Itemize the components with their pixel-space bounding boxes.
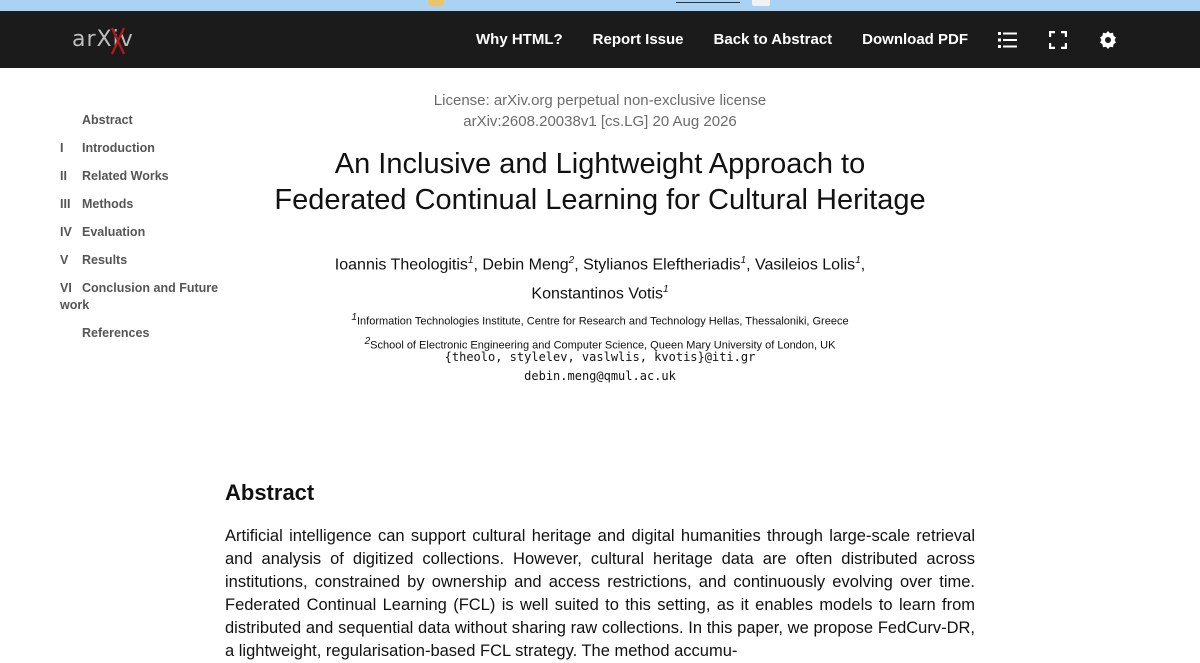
toc-label: Evaluation — [82, 225, 146, 239]
author-list: Ioannis Theologitis1, Debin Meng2, Styli… — [334, 255, 866, 303]
toc-number: II — [60, 169, 67, 183]
back-to-abstract-link[interactable]: Back to Abstract — [714, 31, 833, 48]
license-header: License: arXiv.org perpetual non-exclusi… — [300, 90, 900, 132]
paper-title: An Inclusive and Lightweight Approach to… — [250, 146, 950, 218]
toc-label: Introduction — [82, 141, 155, 155]
author-name: Debin Meng — [482, 256, 569, 274]
top-navbar: arXiv Why HTML? Report Issue Back to Abs… — [0, 11, 1200, 68]
author-name: Ioannis Theologitis — [334, 256, 468, 274]
toc-item-introduction[interactable]: I Introduction — [60, 140, 220, 157]
author-name: Konstantinos Votis — [531, 285, 664, 303]
toc-label: References — [82, 326, 150, 340]
table-of-contents: Abstract I Introduction II Related Works… — [60, 112, 220, 353]
author-affiliation-mark: 1 — [855, 255, 861, 266]
toc-number: III — [60, 197, 71, 211]
toc-label: Conclusion and Future work — [60, 281, 219, 312]
author-name: Stylianos Eleftheriadis — [583, 256, 741, 274]
abstract-text: Artificial intelligence can support cult… — [225, 527, 975, 660]
abstract-heading: Abstract — [225, 480, 315, 505]
toc-item-methods[interactable]: III Methods — [60, 196, 220, 213]
author-emails: {theolo, stylelev, vaslwlis, kvotis}@iti… — [300, 348, 900, 386]
logo-text: arXiv — [72, 27, 134, 52]
arxiv-identifier: arXiv:2608.20038v1 [cs.LG] 20 Aug 2026 — [463, 113, 737, 130]
list-icon[interactable] — [998, 30, 1018, 50]
toc-label: Results — [82, 253, 128, 267]
toc-number: IV — [60, 225, 72, 239]
title-line: An Inclusive and Lightweight Approach to — [334, 148, 866, 180]
toc-item-evaluation[interactable]: IV Evaluation — [60, 224, 220, 241]
download-pdf-link[interactable]: Download PDF — [862, 31, 968, 48]
report-issue-link[interactable]: Report Issue — [593, 31, 684, 48]
toc-number: VI — [60, 281, 72, 295]
author-name: Vasileios Lolis — [754, 256, 856, 274]
author-affiliation-mark: 2 — [568, 255, 575, 266]
toc-item-results[interactable]: V Results — [60, 252, 220, 269]
title-line: Federated Continual Learning for Cultura… — [274, 184, 926, 216]
arxiv-logo[interactable]: arXiv — [72, 24, 144, 56]
email-line: debin.meng@qmul.ac.uk — [524, 369, 676, 383]
author-affiliation-mark: 1 — [740, 255, 747, 266]
nav-links: Why HTML? Report Issue Back to Abstract … — [476, 11, 1200, 68]
toc-number: I — [60, 141, 64, 155]
toc-item-related-works[interactable]: II Related Works — [60, 168, 220, 185]
toc-item-abstract[interactable]: Abstract — [60, 112, 220, 129]
toc-label: Abstract — [82, 113, 133, 127]
affiliation-line: 1Information Technologies Institute, Cen… — [250, 308, 950, 332]
toc-item-references[interactable]: References — [60, 325, 220, 342]
email-line: {theolo, stylelev, vaslwlis, kvotis}@iti… — [444, 350, 756, 364]
browser-banner-strip — [0, 0, 1200, 11]
toc-item-conclusion[interactable]: VI Conclusion and Future work — [60, 280, 220, 314]
author-affiliation-mark: 1 — [467, 255, 474, 266]
license-text: License: arXiv.org perpetual non-exclusi… — [433, 92, 767, 109]
toc-label: Related Works — [82, 169, 169, 183]
author-affiliation-mark: 1 — [663, 284, 669, 296]
settings-icon[interactable] — [1098, 30, 1118, 50]
banner-emoji — [428, 0, 444, 6]
affiliation-text: Information Technologies Institute, Cent… — [356, 315, 849, 328]
banner-link[interactable] — [676, 0, 740, 3]
toc-label: Methods — [82, 197, 134, 211]
banner-close-button[interactable] — [752, 0, 770, 6]
why-html-link[interactable]: Why HTML? — [476, 31, 563, 48]
toc-number: V — [60, 253, 69, 267]
fullscreen-icon[interactable] — [1048, 30, 1068, 50]
